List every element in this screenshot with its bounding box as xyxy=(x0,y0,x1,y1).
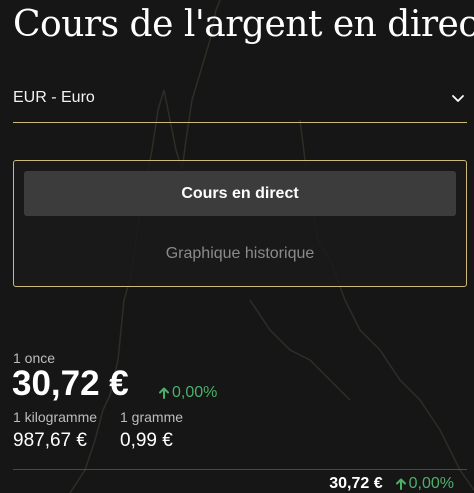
price-ticker: 30,72 € 0,00% xyxy=(329,475,454,493)
kilogram-label: 1 kilogramme xyxy=(13,409,98,425)
arrow-up-icon xyxy=(159,387,169,399)
arrow-up-icon xyxy=(395,478,406,490)
mode-panel: Cours en direct Graphique historique xyxy=(13,160,467,287)
historical-chart-button[interactable]: Graphique historique xyxy=(24,231,456,276)
gram-label: 1 gramme xyxy=(120,409,184,425)
live-price-button[interactable]: Cours en direct xyxy=(24,171,456,216)
ticker-price: 30,72 € xyxy=(329,475,383,492)
gram-price: 0,99 € xyxy=(120,430,173,451)
page-title: Cours de l'argent en direct xyxy=(13,4,474,45)
chevron-down-icon xyxy=(452,95,464,102)
ticker-change: 0,00% xyxy=(395,475,454,493)
currency-selected-value: EUR - Euro xyxy=(13,89,95,106)
ticker-change-value: 0,00% xyxy=(408,475,454,492)
kilogram-price: 987,67 € xyxy=(13,430,87,451)
divider xyxy=(13,469,467,470)
ounce-change: 0,00% xyxy=(158,384,217,402)
page: Cours de l'argent en direct EUR - Euro C… xyxy=(0,0,474,493)
currency-select[interactable]: EUR - Euro xyxy=(13,78,467,123)
ounce-change-value: 0,00% xyxy=(172,384,218,401)
ounce-price: 30,72 € xyxy=(12,364,129,403)
